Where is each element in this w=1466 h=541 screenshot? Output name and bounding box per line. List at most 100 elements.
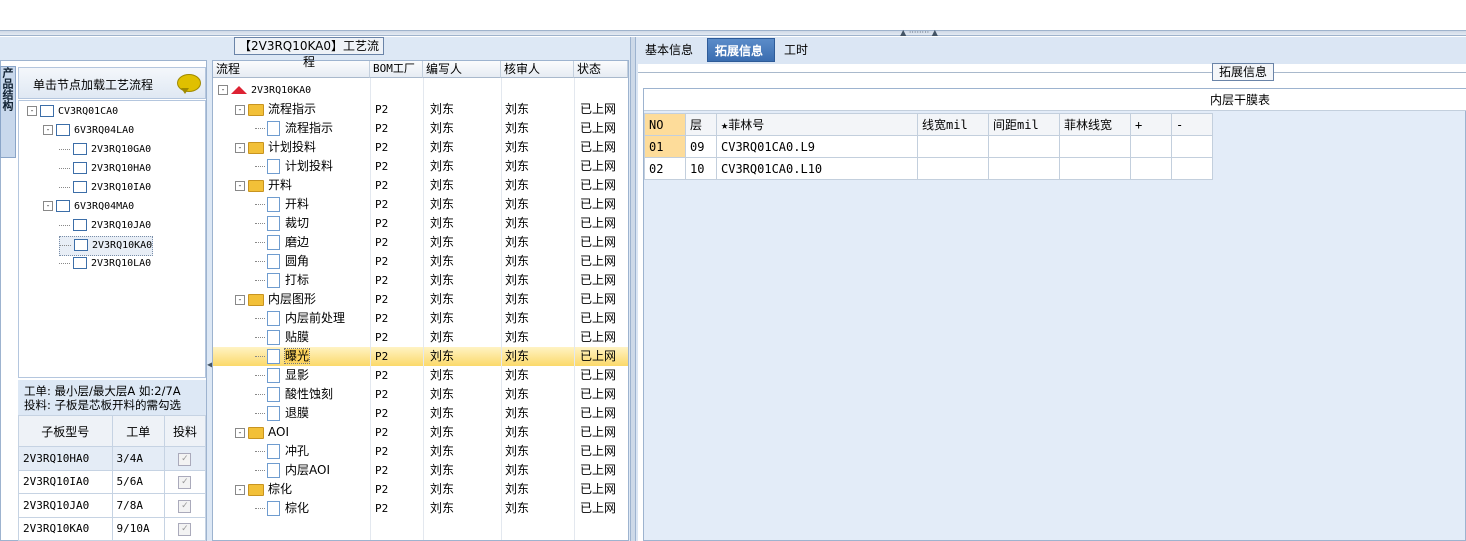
grid-cell[interactable]: [1171, 157, 1213, 180]
grid-col-header[interactable]: -: [1171, 113, 1213, 136]
process-row[interactable]: 裁切 P2 刘东 刘东 已上网: [213, 214, 628, 233]
grid-cell[interactable]: 01: [644, 135, 686, 158]
process-row[interactable]: 酸性蚀刻 P2 刘东 刘东 已上网: [213, 385, 628, 404]
product-tree-node[interactable]: 2V3RQ10IA0: [59, 179, 151, 197]
grid-col-header[interactable]: 层: [685, 113, 717, 136]
product-structure-tab[interactable]: 产品结构: [0, 66, 16, 158]
grid-cell[interactable]: [1059, 135, 1131, 158]
grid-cell[interactable]: 02: [644, 157, 686, 180]
col-header-writer[interactable]: 编写人: [423, 61, 501, 78]
process-row[interactable]: 打标 P2 刘东 刘东 已上网: [213, 271, 628, 290]
grid-cell[interactable]: [1130, 157, 1172, 180]
grid-cell[interactable]: [917, 157, 989, 180]
product-tree-node[interactable]: 2V3RQ10GA0: [59, 141, 151, 159]
tree-root-row[interactable]: - 2V3RQ10KA0: [213, 81, 628, 100]
feed-cell[interactable]: ✓: [163, 516, 207, 541]
col-header-model[interactable]: 子板型号: [18, 415, 113, 447]
table-row[interactable]: 2V3RQ10IA0 5/6A ✓: [18, 469, 207, 494]
grid-cell[interactable]: CV3RQ01CA0.L9: [716, 135, 918, 158]
process-row[interactable]: 开料 P2 刘东 刘东 已上网: [213, 195, 628, 214]
tab-basic-info[interactable]: 基本信息: [638, 38, 700, 62]
table-row[interactable]: 2V3RQ10JA0 7/8A ✓: [18, 493, 207, 518]
col-header-order[interactable]: 工单: [111, 415, 165, 447]
grid-col-header[interactable]: 间距mil: [988, 113, 1060, 136]
grid-cell[interactable]: [1059, 157, 1131, 180]
product-tree-node[interactable]: 2V3RQ10LA0: [59, 255, 151, 273]
order-cell[interactable]: 9/10A: [111, 516, 165, 541]
feed-checkbox[interactable]: ✓: [178, 499, 192, 513]
grid-cell[interactable]: 10: [685, 157, 717, 180]
process-row[interactable]: 曝光 P2 刘东 刘东 已上网: [213, 347, 628, 366]
table-row[interactable]: 2V3RQ10KA0 9/10A ✓: [18, 516, 207, 541]
grid-cell[interactable]: [988, 135, 1060, 158]
col-header-reviewer[interactable]: 核审人: [501, 61, 574, 78]
product-tree-node[interactable]: - 6V3RQ04MA0: [43, 198, 134, 216]
splitter-grip-icon[interactable]: ▲ ········ ▲: [885, 29, 953, 37]
grid-col-header[interactable]: 菲林线宽: [1059, 113, 1131, 136]
feed-cell[interactable]: ✓: [163, 469, 207, 494]
process-row[interactable]: 显影 P2 刘东 刘东 已上网: [213, 366, 628, 385]
grid-col-header[interactable]: 线宽mil: [917, 113, 989, 136]
process-row[interactable]: 退膜 P2 刘东 刘东 已上网: [213, 404, 628, 423]
process-row[interactable]: 内层AOI P2 刘东 刘东 已上网: [213, 461, 628, 480]
collapse-icon[interactable]: -: [235, 180, 245, 191]
col-header-bom-factory[interactable]: BOM工厂: [370, 61, 423, 78]
grid-row[interactable]: 01 09 CV3RQ01CA0.L9: [644, 135, 1213, 158]
tab-extended-info[interactable]: 拓展信息: [707, 38, 775, 62]
feed-checkbox[interactable]: ✓: [178, 523, 192, 537]
col-header-flow[interactable]: 流程: [213, 61, 370, 78]
feed-cell[interactable]: ✓: [163, 446, 207, 471]
order-cell[interactable]: 3/4A: [111, 446, 165, 471]
grid-col-header[interactable]: NO: [644, 113, 686, 136]
grid-cell[interactable]: 09: [685, 135, 717, 158]
process-row[interactable]: 冲孔 P2 刘东 刘东 已上网: [213, 442, 628, 461]
collapse-icon[interactable]: -: [218, 85, 228, 95]
collapse-icon[interactable]: -: [43, 125, 53, 135]
process-row[interactable]: - 流程指示 P2 刘东 刘东 已上网: [213, 100, 628, 119]
collapse-icon[interactable]: -: [27, 106, 37, 116]
col-header-feed[interactable]: 投料: [163, 415, 207, 447]
table-row[interactable]: 2V3RQ10HA0 3/4A ✓: [18, 446, 207, 471]
collapse-icon[interactable]: -: [235, 142, 245, 153]
grid-col-header[interactable]: ★菲林号: [716, 113, 918, 136]
collapse-icon[interactable]: -: [235, 427, 245, 438]
process-row[interactable]: 内层前处理 P2 刘东 刘东 已上网: [213, 309, 628, 328]
grid-cell[interactable]: CV3RQ01CA0.L10: [716, 157, 918, 180]
process-row[interactable]: 贴膜 P2 刘东 刘东 已上网: [213, 328, 628, 347]
grid-cell[interactable]: [1130, 135, 1172, 158]
product-tree-node[interactable]: - 6V3RQ04LA0: [43, 122, 134, 140]
col-header-status[interactable]: 状态: [574, 61, 628, 78]
grid-cell[interactable]: [917, 135, 989, 158]
grid-row[interactable]: 02 10 CV3RQ01CA0.L10: [644, 157, 1213, 180]
top-splitter[interactable]: [0, 30, 1466, 36]
process-row[interactable]: 棕化 P2 刘东 刘东 已上网: [213, 499, 628, 518]
order-cell[interactable]: 5/6A: [111, 469, 165, 494]
product-tree-node[interactable]: 2V3RQ10HA0: [59, 160, 151, 178]
process-row[interactable]: - 棕化 P2 刘东 刘东 已上网: [213, 480, 628, 499]
grid-cell[interactable]: [988, 157, 1060, 180]
chat-bubble-icon[interactable]: [177, 74, 201, 94]
reviewer-cell: 刘东: [505, 330, 530, 344]
feed-checkbox[interactable]: ✓: [178, 476, 192, 490]
product-tree-node[interactable]: 2V3RQ10JA0: [59, 217, 151, 235]
feed-cell[interactable]: ✓: [163, 493, 207, 518]
process-row[interactable]: 流程指示 P2 刘东 刘东 已上网: [213, 119, 628, 138]
process-row[interactable]: - 内层图形 P2 刘东 刘东 已上网: [213, 290, 628, 309]
process-row[interactable]: 圆角 P2 刘东 刘东 已上网: [213, 252, 628, 271]
process-row[interactable]: - 计划投料 P2 刘东 刘东 已上网: [213, 138, 628, 157]
feed-checkbox[interactable]: ✓: [178, 452, 192, 466]
collapse-icon[interactable]: -: [235, 104, 245, 115]
grid-cell[interactable]: [1171, 135, 1213, 158]
product-tree-node[interactable]: - CV3RQ01CA0: [27, 103, 118, 121]
order-cell[interactable]: 7/8A: [111, 493, 165, 518]
tab-work-hours[interactable]: 工时: [777, 38, 815, 62]
process-row[interactable]: - AOI P2 刘东 刘东 已上网: [213, 423, 628, 442]
product-tree-node[interactable]: 2V3RQ10KA0: [59, 236, 154, 256]
collapse-icon[interactable]: -: [43, 201, 53, 211]
process-row[interactable]: 磨边 P2 刘东 刘东 已上网: [213, 233, 628, 252]
process-row[interactable]: - 开料 P2 刘东 刘东 已上网: [213, 176, 628, 195]
process-row[interactable]: 计划投料 P2 刘东 刘东 已上网: [213, 157, 628, 176]
collapse-icon[interactable]: -: [235, 294, 245, 305]
collapse-icon[interactable]: -: [235, 484, 245, 495]
grid-col-header[interactable]: +: [1130, 113, 1172, 136]
